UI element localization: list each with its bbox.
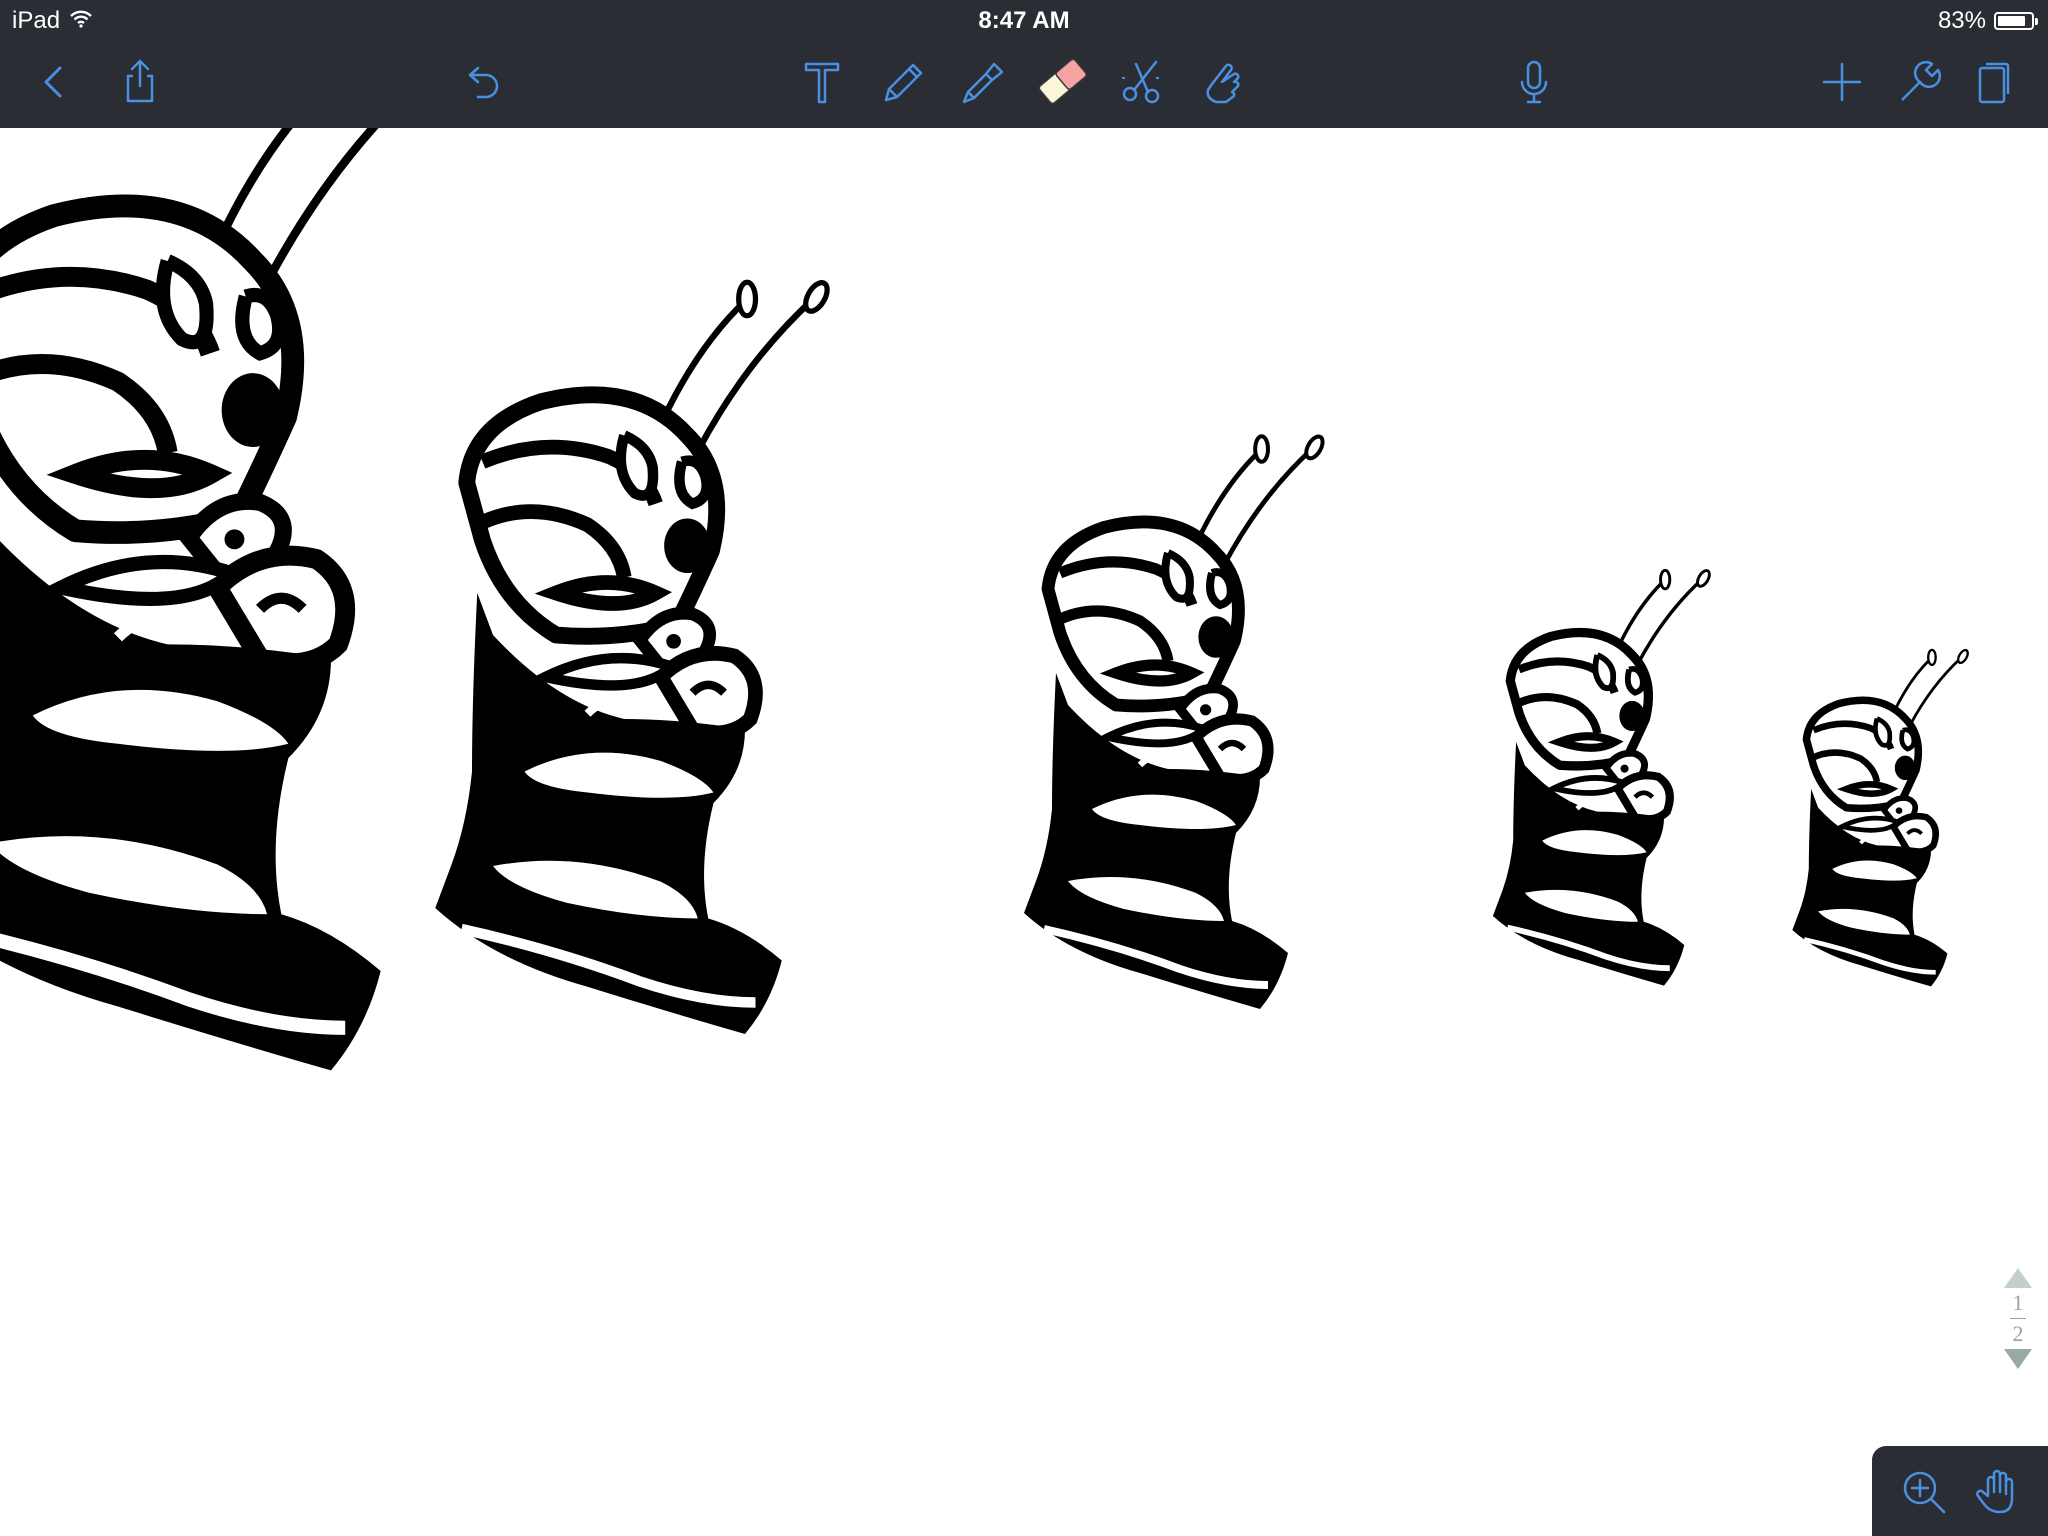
share-icon <box>126 59 154 103</box>
back-button[interactable] <box>22 50 86 114</box>
pages-button[interactable] <box>1962 50 2026 114</box>
text-tool-icon <box>804 62 840 104</box>
microphone-icon <box>1520 60 1548 104</box>
pointer-hand-icon <box>1206 63 1240 104</box>
battery-icon <box>1994 12 2038 30</box>
highlighter-icon <box>962 62 1004 104</box>
add-button[interactable] <box>1810 50 1874 114</box>
toolbar <box>0 40 2048 128</box>
current-page-number: 1 <box>2012 1290 2024 1315</box>
scissors-icon <box>1122 60 1162 104</box>
undo-button[interactable] <box>450 50 514 114</box>
text-tool-button[interactable] <box>790 50 854 114</box>
eraser-icon <box>1038 58 1087 105</box>
settings-button[interactable] <box>1888 50 1952 114</box>
scissors-tool-button[interactable] <box>1110 50 1174 114</box>
creature-4 <box>1493 569 1712 986</box>
status-time: 8:47 AM <box>978 7 1070 34</box>
creature-3 <box>1024 434 1326 1009</box>
hand-icon <box>1976 1469 2014 1514</box>
pages-icon <box>1978 62 2010 104</box>
eraser-tool-button[interactable] <box>1030 50 1094 114</box>
undo-icon <box>468 66 499 99</box>
page-indicator: 1 2 <box>1996 1268 2040 1400</box>
battery-percent: 83% <box>1937 7 1986 34</box>
zoom-in-icon <box>1903 1471 1946 1514</box>
pencil-tool-button[interactable] <box>870 50 934 114</box>
plus-icon <box>1822 62 1862 102</box>
pencil-icon <box>884 63 923 102</box>
previous-page-arrow-icon[interactable] <box>2004 1268 2032 1288</box>
chevron-left-icon <box>44 66 62 98</box>
drawing-canvas[interactable] <box>0 128 2048 1536</box>
creature-2 <box>435 279 831 1034</box>
zoom-button[interactable] <box>1892 1460 1956 1524</box>
wrench-icon <box>1901 60 1942 101</box>
ink-drawing <box>0 128 2048 1536</box>
total-pages-number: 2 <box>2012 1321 2024 1346</box>
pointer-tool-button[interactable] <box>1190 50 1254 114</box>
record-audio-button[interactable] <box>1502 50 1566 114</box>
creature-5 <box>1792 648 1969 986</box>
hand-pan-button[interactable] <box>1966 1460 2030 1524</box>
status-right: 83% <box>1937 7 2038 35</box>
share-button[interactable] <box>108 50 172 114</box>
status-bar: iPad 8:47 AM 83% <box>0 0 2048 40</box>
next-page-arrow-icon[interactable] <box>2004 1349 2032 1369</box>
highlighter-tool-button[interactable] <box>950 50 1014 114</box>
creature-1 <box>0 128 448 1070</box>
zoom-panel <box>1872 1446 2048 1536</box>
battery-level <box>1998 16 2025 26</box>
